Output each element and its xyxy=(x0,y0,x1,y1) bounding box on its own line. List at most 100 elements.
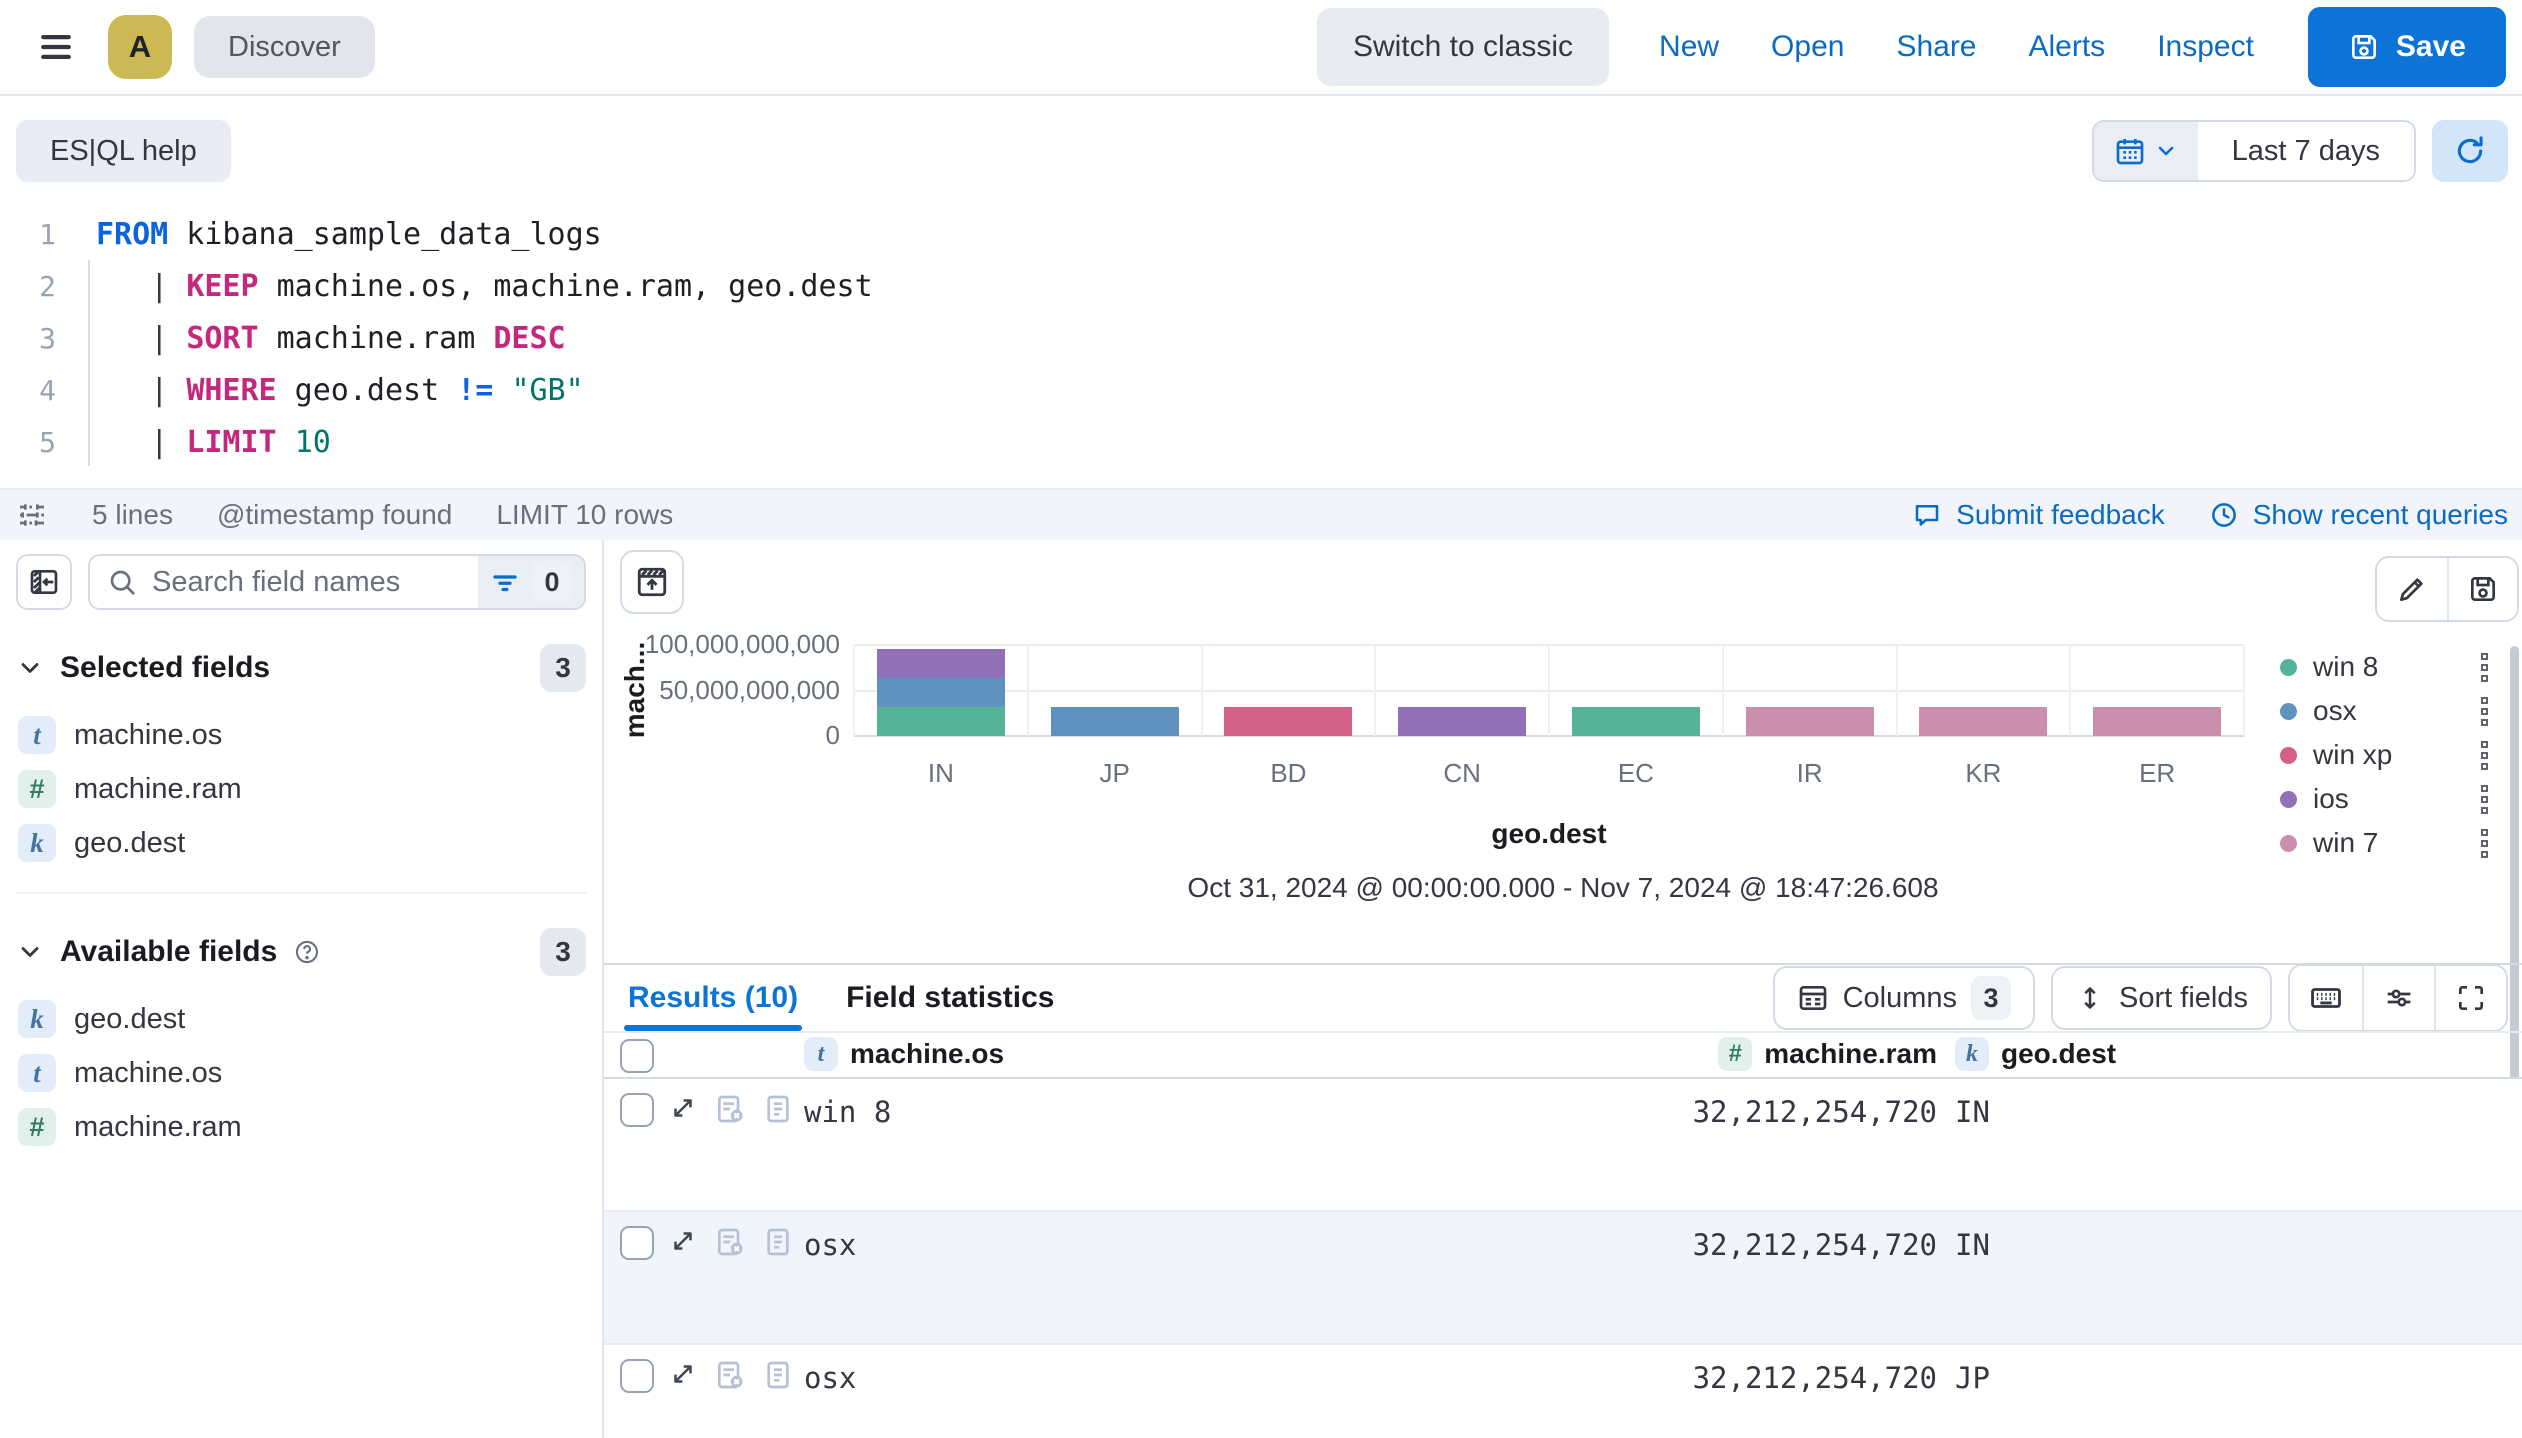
row-checkbox[interactable] xyxy=(620,1226,654,1260)
editor-line-2[interactable]: 2 | KEEP machine.os, machine.ram, geo.de… xyxy=(0,260,2522,312)
bar-segment-win-8[interactable] xyxy=(877,707,1005,736)
legend-item-menu-icon[interactable] xyxy=(2479,739,2490,772)
grid-display-buttons xyxy=(2288,964,2508,1032)
editor-line-4[interactable]: 4 | WHERE geo.dest != "GB" xyxy=(0,364,2522,416)
bar-er[interactable] xyxy=(2093,707,2221,736)
topbar-link-inspect[interactable]: Inspect xyxy=(2157,30,2254,64)
legend-item-osx[interactable]: osx xyxy=(2280,696,2490,726)
view-document-icon[interactable] xyxy=(762,1226,794,1258)
expand-row-icon[interactable] xyxy=(668,1226,698,1256)
legend-item-menu-icon[interactable] xyxy=(2479,827,2490,860)
fullscreen-button[interactable] xyxy=(2434,966,2506,1030)
esql-settings-icon[interactable] xyxy=(16,499,48,531)
save-button[interactable]: Save xyxy=(2308,7,2506,87)
submit-feedback-link[interactable]: Submit feedback xyxy=(1912,499,2165,531)
tab-results[interactable]: Results (10) xyxy=(618,965,808,1031)
legend-item-menu-icon[interactable] xyxy=(2479,651,2490,684)
save-visualization-button[interactable] xyxy=(2447,558,2517,620)
expand-row-icon[interactable] xyxy=(668,1359,698,1389)
view-document-icon[interactable] xyxy=(762,1093,794,1125)
bar-cn[interactable] xyxy=(1398,707,1526,736)
select-all-checkbox[interactable] xyxy=(620,1039,654,1073)
expand-row-icon[interactable] xyxy=(668,1093,698,1123)
bar-segment-win-7[interactable] xyxy=(1919,707,2047,736)
space-avatar[interactable]: A xyxy=(108,15,172,79)
refresh-query-button[interactable] xyxy=(2432,120,2508,182)
topbar-link-open[interactable]: Open xyxy=(1771,30,1844,64)
table-row: osx32,212,254,720JP xyxy=(604,1345,2522,1438)
gridline-x xyxy=(2243,645,2245,736)
columns-button[interactable]: Columns 3 xyxy=(1773,966,2035,1030)
field-item-machine-ram[interactable]: #machine.ram xyxy=(16,762,586,816)
sidebar-divider xyxy=(16,892,586,894)
column-header-machine-os[interactable]: tmachine.os xyxy=(804,1037,1004,1071)
bar-ir[interactable] xyxy=(1746,707,1874,736)
bar-segment-win-8[interactable] xyxy=(1572,707,1700,736)
collapse-sidebar-button[interactable] xyxy=(16,554,72,610)
display-options-button[interactable] xyxy=(2362,966,2434,1030)
field-name: machine.ram xyxy=(74,773,242,806)
field-item-machine-os[interactable]: tmachine.os xyxy=(16,1046,586,1100)
bar-jp[interactable] xyxy=(1051,707,1179,736)
legend-item-menu-icon[interactable] xyxy=(2479,695,2490,728)
help-icon[interactable] xyxy=(293,938,321,966)
bar-bd[interactable] xyxy=(1224,707,1352,736)
degraded-doc-icon[interactable] xyxy=(714,1226,746,1258)
esql-help-button[interactable]: ES|QL help xyxy=(16,120,231,182)
bar-in[interactable] xyxy=(877,649,1005,736)
topbar-link-alerts[interactable]: Alerts xyxy=(2029,30,2106,64)
bar-segment-osx[interactable] xyxy=(1051,707,1179,736)
field-item-machine-os[interactable]: tmachine.os xyxy=(16,708,586,762)
degraded-doc-icon[interactable] xyxy=(714,1359,746,1391)
legend-item-menu-icon[interactable] xyxy=(2479,783,2490,816)
view-document-icon[interactable] xyxy=(762,1359,794,1391)
bar-kr[interactable] xyxy=(1919,707,2047,736)
switch-to-classic-button[interactable]: Switch to classic xyxy=(1317,8,1609,86)
show-recent-queries-link[interactable]: Show recent queries xyxy=(2209,499,2508,531)
editor-line-5[interactable]: 5 | LIMIT 10 xyxy=(0,416,2522,468)
hamburger-menu-button[interactable] xyxy=(30,24,82,70)
bar-chart-plot[interactable] xyxy=(854,645,2244,736)
field-search-box[interactable]: Search field names 0 xyxy=(88,554,586,610)
date-picker-menu-button[interactable] xyxy=(2094,122,2198,180)
keyboard-shortcuts-button[interactable] xyxy=(2290,966,2362,1030)
editor-line-1[interactable]: 1FROM kibana_sample_data_logs xyxy=(0,208,2522,260)
time-range-button[interactable]: Last 7 days xyxy=(2198,122,2414,180)
field-item-geo-dest[interactable]: kgeo.dest xyxy=(16,816,586,870)
legend-item-ios[interactable]: ios xyxy=(2280,784,2490,814)
editor-line-3[interactable]: 3 | SORT machine.ram DESC xyxy=(0,312,2522,364)
sort-fields-button[interactable]: Sort fields xyxy=(2051,966,2272,1030)
column-header-geo-dest[interactable]: kgeo.dest xyxy=(1955,1037,2116,1071)
tab-field-statistics[interactable]: Field statistics xyxy=(836,965,1064,1031)
breadcrumb[interactable]: Discover xyxy=(194,16,375,78)
bar-segment-osx[interactable] xyxy=(877,678,1005,707)
legend-item-win-7[interactable]: win 7 xyxy=(2280,828,2490,858)
section-header-selected-fields[interactable]: Selected fields3 xyxy=(16,644,586,692)
bar-segment-ios[interactable] xyxy=(1398,707,1526,736)
editor-status--timestamp-found: @timestamp found xyxy=(217,499,452,531)
column-header-machine-ram[interactable]: #machine.ram xyxy=(1704,1037,1937,1071)
bar-segment-win-7[interactable] xyxy=(1746,707,1874,736)
toggle-chart-button[interactable] xyxy=(620,550,684,614)
field-type-token-number: # xyxy=(18,1108,56,1146)
bar-segment-win-xp[interactable] xyxy=(1224,707,1352,736)
field-item-geo-dest[interactable]: kgeo.dest xyxy=(16,992,586,1046)
degraded-doc-icon[interactable] xyxy=(714,1093,746,1125)
bar-ec[interactable] xyxy=(1572,707,1700,736)
field-item-machine-ram[interactable]: #machine.ram xyxy=(16,1100,586,1154)
cell-machine-os: osx xyxy=(804,1361,856,1395)
topbar-link-new[interactable]: New xyxy=(1659,30,1719,64)
legend-item-win-xp[interactable]: win xp xyxy=(2280,740,2490,770)
row-checkbox[interactable] xyxy=(620,1359,654,1393)
legend-item-win-8[interactable]: win 8 xyxy=(2280,652,2490,682)
bar-segment-ios[interactable] xyxy=(877,649,1005,678)
bar-segment-win-7[interactable] xyxy=(2093,707,2221,736)
edit-visualization-button[interactable] xyxy=(2377,558,2447,620)
editor-status-group: 5 lines@timestamp foundLIMIT 10 rows xyxy=(92,499,673,531)
filter-icon[interactable] xyxy=(490,567,520,597)
topbar-actions: Switch to classic New Open Share Alerts Insp… xyxy=(1317,7,2506,87)
section-header-available-fields[interactable]: Available fields3 xyxy=(16,928,586,976)
topbar-link-share[interactable]: Share xyxy=(1896,30,1976,64)
esql-query-editor[interactable]: 1FROM kibana_sample_data_logs2 | KEEP ma… xyxy=(0,190,2522,488)
row-checkbox[interactable] xyxy=(620,1093,654,1127)
